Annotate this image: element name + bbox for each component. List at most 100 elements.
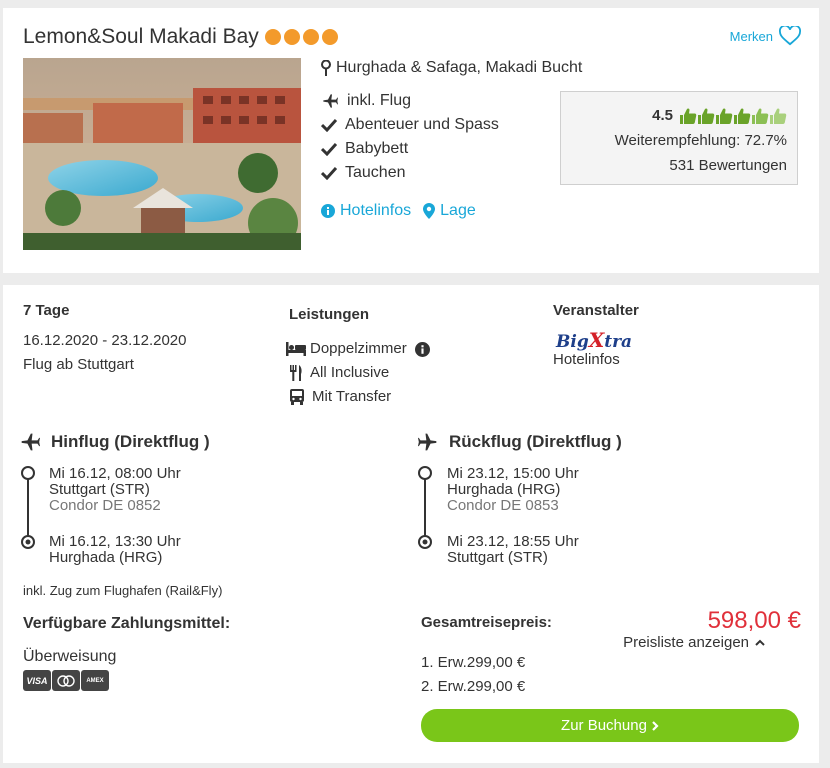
plane-icon	[418, 433, 437, 451]
plane-icon	[21, 433, 40, 451]
rail-fly-note: inkl. Zug zum Flughafen (Rail&Fly)	[23, 583, 223, 598]
outbound-flight-header: Hinflug (Direktflug )	[19, 432, 210, 452]
service-item: Mit Transfer	[289, 385, 391, 409]
price-list-toggle[interactable]: Preisliste anzeigen	[623, 634, 765, 651]
arrival-time: Mi 23.12, 18:55 Uhr	[447, 533, 579, 550]
arrival-airport: Hurghada (HRG)	[49, 549, 163, 566]
feature-item: Babybett	[321, 140, 541, 158]
departure-airport: Stuttgart (STR)	[49, 481, 150, 498]
return-arrival: Mi 23.12, 18:55 Uhr Stuttgart (STR)	[447, 534, 579, 566]
rating-thumbs	[679, 107, 787, 125]
departure-airport: Hurghada (HRG)	[447, 481, 561, 498]
departure-time: Mi 23.12, 15:00 Uhr	[447, 465, 579, 482]
return-timeline	[418, 466, 432, 549]
star-icon	[321, 29, 338, 45]
hotel-photo[interactable]	[23, 58, 301, 250]
info-icon	[321, 204, 335, 218]
arrival-airport: Stuttgart (STR)	[447, 549, 548, 566]
chevron-right-icon	[652, 720, 659, 731]
departure-time: Mi 16.12, 08:00 Uhr	[49, 465, 181, 482]
feature-label: Babybett	[345, 140, 409, 157]
thumbs-up-icon	[680, 107, 697, 124]
booking-button[interactable]: Zur Buchung	[421, 709, 799, 742]
merken-button[interactable]: Merken	[730, 26, 801, 46]
thumbs-up-icon	[752, 107, 769, 124]
booking-button-label: Zur Buchung	[561, 717, 647, 734]
outbound-timeline	[21, 466, 35, 549]
arrival-time: Mi 16.12, 13:30 Uhr	[49, 533, 181, 550]
services-title: Leistungen	[289, 306, 370, 323]
feature-item: inkl. Flug	[321, 92, 541, 110]
lage-link[interactable]: Lage	[423, 202, 476, 220]
payment-method: Überweisung	[23, 648, 117, 665]
price-line: 1. Erw.299,00 €	[421, 654, 526, 671]
feature-label: Abenteuer und Spass	[345, 116, 499, 133]
outbound-arrival: Mi 16.12, 13:30 Uhr Hurghada (HRG)	[49, 534, 181, 566]
cutlery-icon	[290, 365, 302, 381]
chevron-up-icon	[755, 639, 765, 646]
thumbs-up-icon	[770, 107, 787, 124]
checkmark-icon	[321, 166, 337, 180]
flight-number: Condor DE 0852	[49, 497, 161, 514]
star-icon	[283, 29, 300, 45]
return-departure: Mi 23.12, 15:00 Uhr Hurghada (HRG) Condo…	[447, 466, 579, 514]
travel-dates: 16.12.2020 - 23.12.2020	[23, 332, 187, 349]
merken-label: Merken	[729, 28, 773, 44]
return-flight-header: Rückflug (Direktflug )	[417, 432, 622, 452]
hotel-location: Hurghada & Safaga, Makadi Bucht	[321, 59, 582, 77]
bed-icon	[286, 342, 306, 356]
service-label: All Inclusive	[310, 364, 390, 381]
heart-icon	[779, 26, 801, 46]
thumbs-up-icon	[716, 107, 733, 124]
rating-score-row: 4.5	[561, 103, 787, 128]
hotelinfos-label: Hotelinfos	[340, 202, 412, 219]
hotel-title[interactable]: Lemon&Soul Makadi Bay	[23, 25, 338, 49]
location-text: Hurghada & Safaga, Makadi Bucht	[336, 59, 583, 76]
total-price: 598,00 €	[707, 607, 801, 634]
flight-number: Condor DE 0853	[447, 497, 559, 514]
payment-cards: VISA AMEX	[23, 670, 109, 691]
hotelinfos-link[interactable]: Hotelinfos	[321, 202, 411, 220]
star-icon	[302, 29, 319, 45]
recommendation-text: Weiterempfehlung: 72.7%	[614, 132, 787, 149]
hotel-card: Lemon&Soul Makadi Bay Merken Hurghada & …	[3, 8, 819, 273]
hotel-rating-stars	[264, 29, 338, 45]
feature-label: inkl. Flug	[347, 92, 412, 109]
mastercard-icon	[52, 670, 80, 691]
feature-label: Tauchen	[345, 164, 406, 181]
reviews-count: 531 Bewertungen	[669, 157, 787, 174]
total-price-title: Gesamtreisepreis:	[421, 614, 552, 631]
outbound-departure: Mi 16.12, 08:00 Uhr Stuttgart (STR) Cond…	[49, 466, 181, 514]
feature-item: Abenteuer und Spass	[321, 116, 541, 134]
plane-icon	[323, 94, 338, 108]
feature-item: Tauchen	[321, 164, 541, 182]
rating-score: 4.5	[652, 107, 673, 124]
bus-icon	[290, 389, 304, 405]
amex-card-icon: AMEX	[81, 670, 109, 691]
star-icon	[264, 29, 281, 45]
duration: 7 Tage	[23, 302, 70, 319]
hotel-name[interactable]: Lemon&Soul Makadi Bay	[23, 25, 259, 49]
service-label: Mit Transfer	[312, 388, 392, 405]
thumbs-up-icon	[734, 107, 751, 124]
map-pin-icon	[321, 60, 331, 76]
departure-airport: Flug ab Stuttgart	[23, 356, 134, 373]
service-item: Doppelzimmer	[286, 337, 430, 361]
offer-card: 7 Tage 16.12.2020 - 23.12.2020 Flug ab S…	[3, 285, 819, 763]
rating-box[interactable]: 4.5 Weiterempfehlung: 72.7% 531 Bewertun…	[560, 91, 798, 185]
service-label: Doppelzimmer	[310, 340, 407, 357]
hotel-links: Hotelinfos Lage	[321, 202, 476, 220]
checkmark-icon	[321, 118, 337, 132]
price-list-toggle-label: Preisliste anzeigen	[623, 634, 749, 651]
payment-title: Verfügbare Zahlungsmittel:	[23, 615, 231, 632]
info-icon[interactable]	[414, 341, 430, 357]
visa-card-icon: VISA	[23, 670, 51, 691]
operator-hotelinfos-link[interactable]: Hotelinfos	[553, 348, 620, 372]
lage-label: Lage	[440, 202, 476, 219]
operator-title: Veranstalter	[553, 302, 639, 319]
checkmark-icon	[321, 142, 337, 156]
service-item: All Inclusive	[289, 361, 389, 385]
thumbs-up-icon	[698, 107, 715, 124]
price-line: 2. Erw.299,00 €	[421, 678, 526, 695]
map-marker-icon	[423, 203, 436, 219]
